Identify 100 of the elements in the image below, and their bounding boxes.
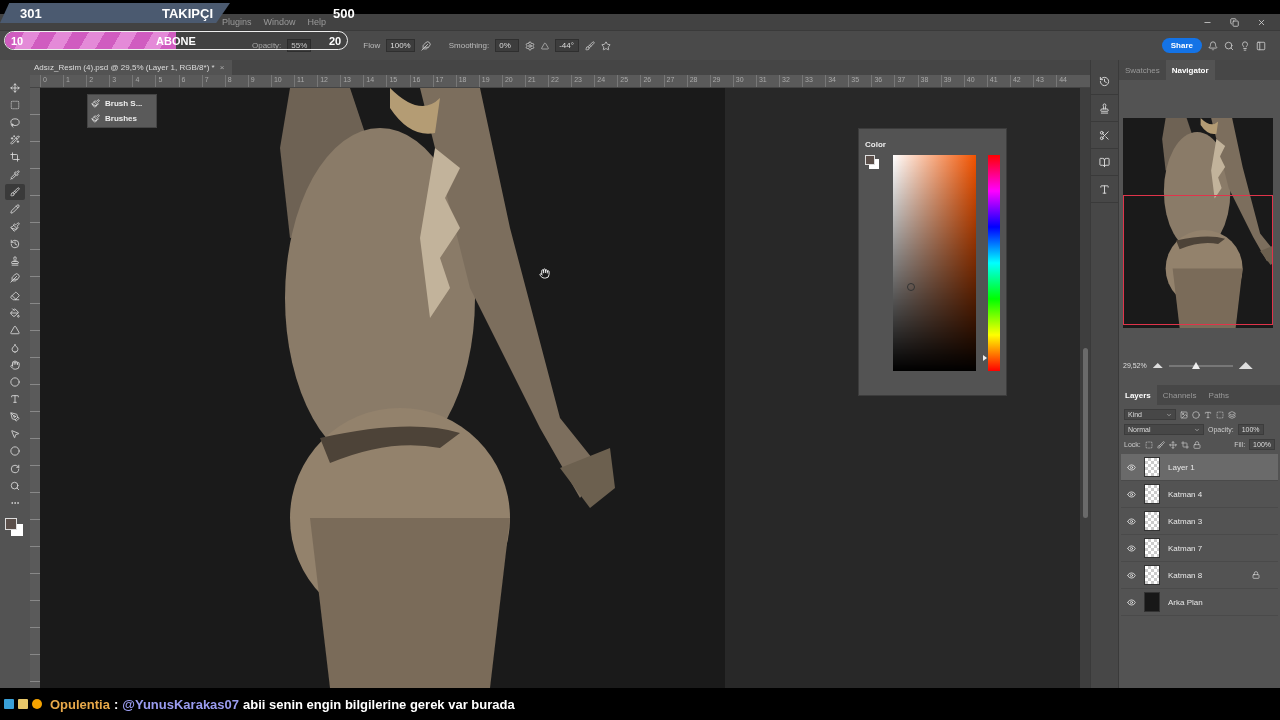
flow-label: Flow	[363, 41, 381, 50]
brush-icon	[91, 99, 100, 108]
history-icon[interactable]	[1099, 75, 1110, 87]
settings-icon[interactable]	[525, 40, 536, 51]
bell-icon[interactable]	[1208, 40, 1218, 51]
marquee-icon	[10, 100, 20, 111]
layer-row[interactable]: Katman 8	[1121, 562, 1278, 589]
layer-thumbnail	[1144, 592, 1160, 612]
coin-badge-icon	[32, 699, 42, 709]
subscriber-count: 10	[11, 35, 24, 47]
scrollbar[interactable]	[1080, 88, 1090, 688]
workspace-icon[interactable]	[1256, 40, 1266, 51]
layer-name: Katman 7	[1168, 543, 1204, 553]
shape-filter-icon[interactable]	[1216, 410, 1224, 419]
angle-field[interactable]: -44°	[555, 39, 580, 52]
image-filter-icon[interactable]	[1180, 410, 1188, 419]
lock-brush-icon[interactable]	[1156, 440, 1165, 449]
slider-thumb[interactable]	[1191, 361, 1200, 369]
angle-icon	[541, 41, 550, 50]
search-icon[interactable]	[1224, 40, 1234, 51]
layer-row[interactable]: Katman 4	[1121, 481, 1278, 508]
eyedropper-icon	[10, 169, 20, 180]
crop-icon	[10, 152, 20, 163]
eye-icon[interactable]	[1127, 570, 1136, 580]
layer-row[interactable]: Katman 3	[1121, 508, 1278, 535]
smoothing-label: Smoothing:	[448, 41, 490, 50]
rotate-icon	[10, 463, 20, 474]
panel-item[interactable]: Brush S...	[105, 99, 143, 108]
flow-field[interactable]: 100%	[386, 39, 415, 52]
layer-thumbnail	[1144, 457, 1160, 477]
lock-pixels-icon[interactable]	[1144, 440, 1153, 449]
lock-artboard-icon[interactable]	[1180, 440, 1189, 449]
view-rectangle[interactable]	[1123, 195, 1273, 325]
lock-position-icon[interactable]	[1168, 440, 1177, 449]
smoothing-field[interactable]: 0%	[495, 39, 520, 52]
layer-row[interactable]: Katman 7	[1121, 535, 1278, 562]
zoom-out-icon[interactable]	[1152, 363, 1163, 368]
pen-icon	[10, 411, 20, 422]
close-icon[interactable]	[1257, 17, 1266, 27]
eye-icon[interactable]	[1127, 543, 1136, 553]
lightbulb-icon[interactable]	[1240, 40, 1250, 51]
select-icon	[10, 429, 20, 440]
menu-item[interactable]: Plugins	[222, 17, 252, 27]
chevron-icon	[1166, 411, 1172, 418]
panel-title: Color	[865, 140, 886, 149]
document-tab[interactable]: Adsız_Resim (4).psd @ 29,5% (Layer 1, RGB/8*) * ×	[30, 60, 233, 75]
zoom-in-icon[interactable]	[1238, 362, 1253, 369]
panel-tab[interactable]: Layers	[1119, 385, 1157, 405]
drop-icon	[10, 342, 20, 353]
opacity-field[interactable]: 55%	[287, 39, 312, 52]
layer-row[interactable]: Layer 1	[1121, 454, 1278, 481]
color-swatches[interactable]	[5, 518, 25, 539]
bucket-icon	[10, 308, 20, 318]
eye-icon[interactable]	[1127, 597, 1136, 607]
hand-cursor-icon	[539, 268, 550, 279]
chevron-icon	[1194, 426, 1200, 433]
panel-item[interactable]: Brushes	[105, 114, 137, 123]
eye-icon[interactable]	[1127, 516, 1136, 526]
adjustment-filter-icon[interactable]	[1192, 410, 1200, 419]
chat-mention[interactable]: @YunusKarakas07	[122, 696, 240, 712]
canvas[interactable]: Brush S... Brushes Color	[40, 88, 1080, 688]
follower-label: TAKIPÇI	[162, 6, 214, 21]
color-swatches[interactable]	[865, 155, 881, 171]
brush-icon	[10, 186, 20, 197]
stamp-icon[interactable]	[1099, 102, 1110, 114]
menu-item[interactable]: Window	[263, 17, 296, 27]
eye-icon[interactable]	[1127, 489, 1136, 499]
menu-item[interactable]: Help	[307, 17, 327, 27]
tab-close[interactable]: ×	[219, 63, 225, 72]
panel-tab[interactable]: Navigator	[1165, 60, 1215, 80]
restore-icon[interactable]	[1230, 17, 1239, 27]
ellipse-icon	[10, 446, 20, 457]
layer-thumbnail	[1144, 511, 1160, 531]
book-icon[interactable]	[1099, 156, 1110, 168]
hue-marker[interactable]	[983, 355, 987, 362]
layer-thumbnail	[1144, 538, 1160, 558]
layer-name: Layer 1	[1168, 462, 1196, 472]
layer-row[interactable]: Arka Plan	[1121, 589, 1278, 616]
follower-target: 500	[333, 6, 355, 21]
color-field[interactable]	[892, 155, 976, 371]
layer-thumbnail	[1144, 565, 1160, 585]
smart-filter-icon[interactable]	[1228, 410, 1236, 419]
layer-name: Katman 4	[1168, 489, 1204, 499]
brush-icon	[91, 114, 100, 123]
lock-all-icon[interactable]	[1192, 440, 1201, 449]
zoom-slider[interactable]	[1168, 364, 1233, 367]
chat-message: abii senin engin bilgilerine gerek var burada	[243, 696, 515, 712]
eye-icon[interactable]	[1127, 462, 1136, 472]
layer-name: Katman 3	[1168, 516, 1204, 526]
document-title: Adsız_Resim (4).psd @ 29,5% (Layer 1, RGB/8*) *	[34, 63, 215, 72]
share-button[interactable]: Share	[1161, 38, 1202, 53]
scissors-icon[interactable]	[1099, 129, 1110, 141]
tool-button[interactable]	[5, 183, 25, 201]
chat-username[interactable]: Opulentia	[50, 696, 110, 712]
subscriber-target: 20	[329, 35, 342, 47]
opacity-label: Opacity:	[252, 41, 282, 50]
subscriber-label: ABONE	[156, 35, 196, 47]
zoom-icon	[10, 480, 20, 491]
type-filter-icon[interactable]	[1204, 410, 1212, 419]
layer-thumbnail	[1144, 484, 1160, 504]
